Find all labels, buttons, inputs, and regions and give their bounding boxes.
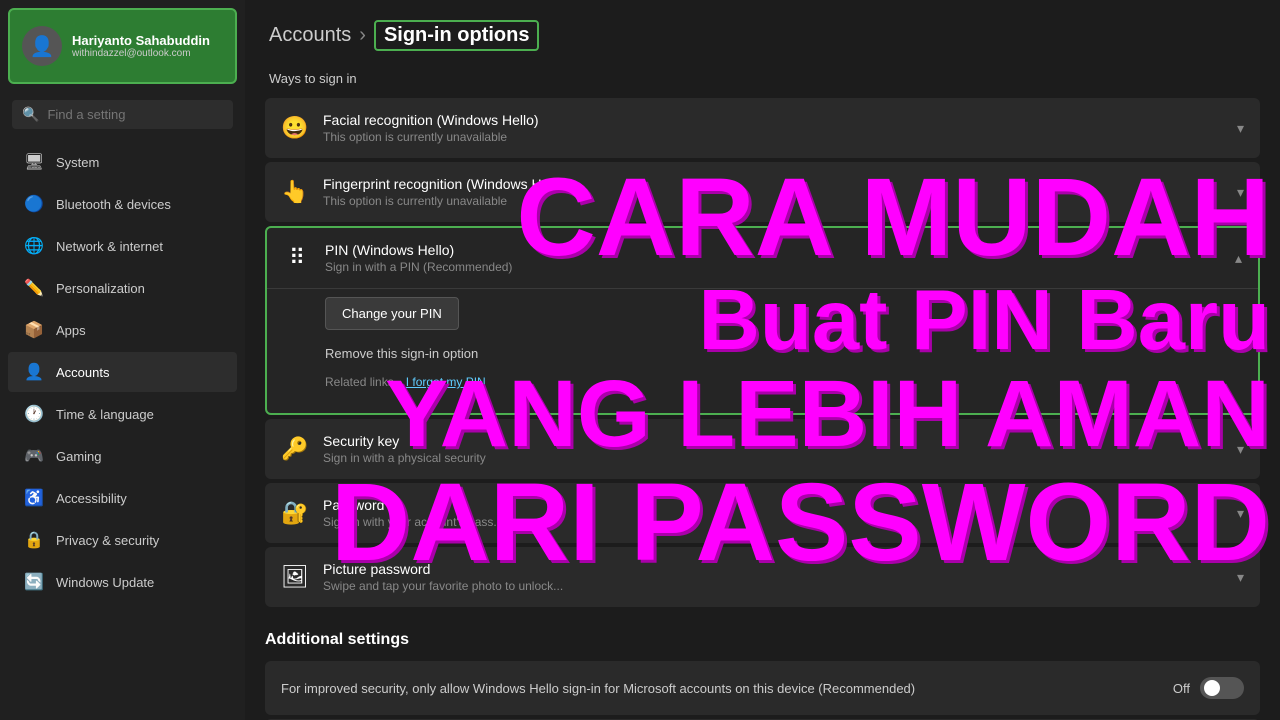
sidebar-item-label: Personalization — [56, 281, 145, 296]
user-profile[interactable]: 👤 Hariyanto Sahabuddin withindazzel@outl… — [8, 8, 237, 84]
option-fingerprint-subtitle: This option is currently unavailable — [323, 194, 1237, 208]
related-links-label: Related links — [325, 375, 394, 389]
option-security-subtitle: Sign in with a physical security — [323, 451, 1237, 465]
breadcrumb-arrow: › — [359, 24, 366, 47]
time-icon: 🕐 — [24, 404, 44, 424]
option-password-text: Password Sign in with your account's pas… — [323, 497, 1237, 529]
sidebar-item-label: Gaming — [56, 449, 102, 464]
sidebar-item-apps[interactable]: 📦 Apps — [8, 310, 237, 350]
network-icon: 🌐 — [24, 236, 44, 256]
sidebar-item-system[interactable]: 🖥 System — [8, 142, 237, 182]
nav-items: 🖥 System 🔵 Bluetooth & devices 🌐 Network… — [0, 137, 245, 607]
pin-expand-content: Change your PIN Remove this sign-in opti… — [267, 288, 1258, 413]
additional-settings-title: Additional settings — [265, 631, 1260, 649]
breadcrumb-parent[interactable]: Accounts — [269, 24, 351, 47]
accessibility-icon: ♿ — [24, 488, 44, 508]
windows-hello-setting: For improved security, only allow Window… — [265, 661, 1260, 715]
user-name: Hariyanto Sahabuddin — [72, 33, 210, 48]
personalization-icon: ✏️ — [24, 278, 44, 298]
option-security-text: Security key Sign in with a physical sec… — [323, 433, 1237, 465]
sidebar-item-network[interactable]: 🌐 Network & internet — [8, 226, 237, 266]
additional-settings: Additional settings For improved securit… — [245, 611, 1280, 720]
option-picture-text: Picture password Swipe and tap your favo… — [323, 561, 1237, 593]
option-facial[interactable]: 😀 Facial recognition (Windows Hello) Thi… — [265, 98, 1260, 158]
option-picture-title: Picture password — [323, 561, 1237, 577]
option-pin-subtitle: Sign in with a PIN (Recommended) — [325, 260, 1235, 274]
sidebar-item-bluetooth[interactable]: 🔵 Bluetooth & devices — [8, 184, 237, 224]
sidebar-item-personalization[interactable]: ✏️ Personalization — [8, 268, 237, 308]
user-info: Hariyanto Sahabuddin withindazzel@outloo… — [72, 33, 210, 59]
option-facial-subtitle: This option is currently unavailable — [323, 130, 1237, 144]
option-pin-header[interactable]: ⠿ PIN (Windows Hello) Sign in with a PIN… — [267, 228, 1258, 288]
search-icon: 🔍 — [22, 106, 39, 123]
option-pin-title: PIN (Windows Hello) — [325, 242, 1235, 258]
related-links: Related links I forgot my PIN — [325, 367, 1200, 397]
option-password[interactable]: 🔐 Password Sign in with your account's p… — [265, 483, 1260, 543]
option-pin[interactable]: ⠿ PIN (Windows Hello) Sign in with a PIN… — [265, 226, 1260, 415]
option-fingerprint-title: Fingerprint recognition (Windows Hello) — [323, 176, 1237, 192]
breadcrumb: Accounts › Sign-in options — [245, 0, 1280, 67]
password-icon: 🔐 — [281, 500, 309, 526]
option-security-title: Security key — [323, 433, 1237, 449]
privacy-icon: 🔒 — [24, 530, 44, 550]
remove-signin-link[interactable]: Remove this sign-in option — [325, 340, 1200, 367]
option-picture-password[interactable]: 🖼 Picture password Swipe and tap your fa… — [265, 547, 1260, 607]
search-input[interactable] — [47, 107, 223, 122]
sidebar-item-accounts[interactable]: 👤 Accounts — [8, 352, 237, 392]
option-pin-text: PIN (Windows Hello) Sign in with a PIN (… — [325, 242, 1235, 274]
search-box[interactable]: 🔍 — [12, 100, 233, 129]
option-password-subtitle: Sign in with your account's pass... — [323, 515, 1237, 529]
system-icon: 🖥 — [24, 152, 44, 172]
windows-hello-toggle[interactable] — [1200, 677, 1244, 699]
chevron-up-icon: ▴ — [1235, 250, 1242, 267]
user-email: withindazzel@outlook.com — [72, 48, 210, 59]
sidebar-item-label: Accounts — [56, 365, 109, 380]
sidebar-item-label: Bluetooth & devices — [56, 197, 171, 212]
chevron-down-icon: ▾ — [1237, 184, 1244, 201]
main-content: Accounts › Sign-in options Ways to sign … — [245, 0, 1280, 720]
apps-icon: 📦 — [24, 320, 44, 340]
option-password-title: Password — [323, 497, 1237, 513]
security-key-icon: 🔑 — [281, 436, 309, 462]
fingerprint-icon: 👆 — [281, 179, 309, 205]
update-icon: 🔄 — [24, 572, 44, 592]
pin-icon: ⠿ — [283, 245, 311, 271]
sidebar-item-label: Accessibility — [56, 491, 127, 506]
sidebar-item-time[interactable]: 🕐 Time & language — [8, 394, 237, 434]
sidebar-item-label: Network & internet — [56, 239, 163, 254]
option-fingerprint-text: Fingerprint recognition (Windows Hello) … — [323, 176, 1237, 208]
forgot-pin-link[interactable]: I forgot my PIN — [406, 375, 486, 389]
sidebar-item-accessibility[interactable]: ♿ Accessibility — [8, 478, 237, 518]
facial-icon: 😀 — [281, 115, 309, 141]
option-facial-text: Facial recognition (Windows Hello) This … — [323, 112, 1237, 144]
bluetooth-icon: 🔵 — [24, 194, 44, 214]
sidebar-item-privacy[interactable]: 🔒 Privacy & security — [8, 520, 237, 560]
sidebar-item-update[interactable]: 🔄 Windows Update — [8, 562, 237, 602]
sidebar-item-gaming[interactable]: 🎮 Gaming — [8, 436, 237, 476]
picture-password-icon: 🖼 — [281, 564, 309, 590]
sidebar-item-label: Apps — [56, 323, 86, 338]
windows-hello-value: Off — [1173, 681, 1190, 696]
sidebar-item-label: Time & language — [56, 407, 154, 422]
avatar: 👤 — [22, 26, 62, 66]
sidebar-item-label: System — [56, 155, 99, 170]
windows-hello-text: For improved security, only allow Window… — [281, 681, 1157, 696]
chevron-down-icon: ▾ — [1237, 505, 1244, 522]
ways-to-sign-in-label: Ways to sign in — [245, 67, 1280, 98]
option-facial-title: Facial recognition (Windows Hello) — [323, 112, 1237, 128]
sidebar-item-label: Windows Update — [56, 575, 154, 590]
chevron-down-icon: ▾ — [1237, 569, 1244, 586]
breadcrumb-current: Sign-in options — [374, 20, 540, 51]
chevron-down-icon: ▾ — [1237, 120, 1244, 137]
option-picture-subtitle: Swipe and tap your favorite photo to unl… — [323, 579, 1237, 593]
accounts-icon: 👤 — [24, 362, 44, 382]
sidebar: 👤 Hariyanto Sahabuddin withindazzel@outl… — [0, 0, 245, 720]
chevron-down-icon: ▾ — [1237, 441, 1244, 458]
option-fingerprint[interactable]: 👆 Fingerprint recognition (Windows Hello… — [265, 162, 1260, 222]
option-security-key[interactable]: 🔑 Security key Sign in with a physical s… — [265, 419, 1260, 479]
change-pin-button[interactable]: Change your PIN — [325, 297, 459, 330]
sidebar-item-label: Privacy & security — [56, 533, 159, 548]
sign-in-options: 😀 Facial recognition (Windows Hello) Thi… — [245, 98, 1280, 607]
gaming-icon: 🎮 — [24, 446, 44, 466]
